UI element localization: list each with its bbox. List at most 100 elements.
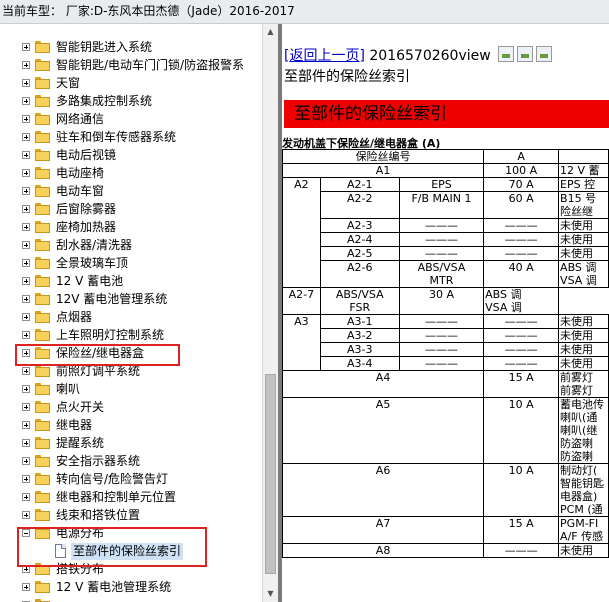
fuse-name-line: EPS — [431, 178, 452, 191]
tree-item-folder[interactable]: 智能钥匙进入系统 — [0, 39, 262, 56]
expand-plus-icon[interactable] — [22, 259, 30, 267]
folder-icon — [35, 491, 50, 503]
tree-item-folder[interactable]: 12 V 蓄电池 — [0, 273, 262, 290]
fuse-table: 保险丝编号 A A1 100 A 12 V 蓄 A2 A2-1 EPS 70 A EPS 控 A2-… — [282, 149, 609, 558]
amperage-cell: 70 A — [483, 177, 560, 192]
tree-item-folder[interactable]: 继电器 — [0, 417, 262, 434]
tree-item-folder[interactable]: 网络通信 — [0, 111, 262, 128]
fuse-name-line: ——— — [424, 329, 458, 342]
expand-plus-icon[interactable] — [22, 79, 30, 87]
tree-item-folder[interactable]: 安全指示器系统 — [0, 453, 262, 470]
expand-plus-icon[interactable] — [22, 583, 30, 591]
tree-scrollbar[interactable]: ▲ ▼ — [262, 24, 278, 602]
table-row: A2-6 ABS/VSA MTR 40 A ABS 调 VSA 调 — [283, 260, 609, 288]
expand-plus-icon[interactable] — [22, 403, 30, 411]
folder-icon — [35, 203, 50, 215]
tree-item-folder[interactable]: 多路集成控制系统 — [0, 93, 262, 110]
tree-item-folder[interactable]: 上车照明灯控制系统 — [0, 327, 262, 344]
expand-plus-icon[interactable] — [22, 493, 30, 501]
expand-plus-icon[interactable] — [22, 187, 30, 195]
expand-plus-icon[interactable] — [22, 277, 30, 285]
tree-item-folder[interactable]: 驻车和倒车传感器系统 — [0, 129, 262, 146]
fuse-name-cell: ——— — [398, 356, 485, 371]
folder-icon — [35, 437, 50, 449]
amperage-cell: 15 A — [483, 370, 560, 398]
tree-item-folder[interactable] — [0, 597, 262, 602]
tree-item-label: 12V 蓄电池管理系统 — [56, 292, 168, 306]
expand-plus-icon[interactable] — [22, 439, 30, 447]
tree-item-folder[interactable]: 继电器和控制单元位置 — [0, 489, 262, 506]
broken-image-icon[interactable] — [517, 46, 534, 62]
expand-plus-icon[interactable] — [22, 97, 30, 105]
tree-item-label: 提醒系统 — [56, 436, 105, 450]
fuse-group-cell: A3 — [282, 314, 321, 371]
description-line: ABS 调 — [485, 288, 522, 302]
description-line: 未使用 — [560, 544, 594, 557]
amperage-cell: ——— — [483, 246, 560, 261]
tree-item-folder[interactable]: 智能钥匙/电动车门门锁/防盗报警系 — [0, 57, 262, 74]
fuse-name-cell: F/B MAIN 1 — [398, 191, 485, 219]
scroll-down-arrow-icon[interactable]: ▼ — [263, 586, 278, 602]
scrollbar-thumb[interactable] — [265, 374, 276, 574]
folder-icon — [35, 365, 50, 377]
broken-image-icon[interactable] — [498, 46, 515, 62]
tree-item-folder[interactable]: 刮水器/清洗器 — [0, 237, 262, 254]
expand-plus-icon[interactable] — [22, 205, 30, 213]
fuse-name-cell: ——— — [398, 232, 485, 247]
tree-item-folder[interactable]: 线束和搭铁位置 — [0, 507, 262, 524]
fuse-number-cell: A2-4 — [319, 232, 400, 247]
expand-plus-icon[interactable] — [22, 367, 30, 375]
tree-item-folder[interactable]: 转向信号/危险警告灯 — [0, 471, 262, 488]
expand-plus-icon[interactable] — [22, 457, 30, 465]
description-line: VSA 调 — [560, 274, 597, 287]
description-line: 未使用 — [560, 233, 594, 246]
tree-item-label: 座椅加热器 — [56, 220, 117, 234]
expand-plus-icon[interactable] — [22, 511, 30, 519]
expand-plus-icon[interactable] — [22, 151, 30, 159]
table-row: A3-2 ——— ——— 未使用 — [283, 328, 609, 343]
expand-plus-icon[interactable] — [22, 133, 30, 141]
tree-item-folder[interactable]: 全景玻璃车顶 — [0, 255, 262, 272]
expand-plus-icon[interactable] — [22, 331, 30, 339]
tree-item-folder[interactable]: 喇叭 — [0, 381, 262, 398]
expand-plus-icon[interactable] — [22, 313, 30, 321]
expand-plus-icon[interactable] — [22, 475, 30, 483]
fuse-name-line: ——— — [424, 247, 458, 260]
expand-plus-icon[interactable] — [22, 421, 30, 429]
description-line: 未使用 — [560, 219, 594, 232]
nav-bar: [返回上一页] 2016570260view — [284, 46, 553, 64]
navigation-tree[interactable]: 智能钥匙进入系统 智能钥匙/电动车门门锁/防盗报警系 天窗 多路集成控制系统 网络通信驻… — [0, 24, 262, 602]
tree-item-folder[interactable]: 电动车窗 — [0, 183, 262, 200]
expand-plus-icon[interactable] — [22, 169, 30, 177]
fuse-number-cell: A3-3 — [319, 342, 400, 357]
back-link[interactable]: [返回上一页] — [284, 48, 365, 64]
expand-plus-icon[interactable] — [22, 295, 30, 303]
expand-plus-icon[interactable] — [22, 223, 30, 231]
tree-item-folder[interactable]: 电动座椅 — [0, 165, 262, 182]
fuse-number-cell: A2-2 — [319, 191, 400, 219]
broken-image-icon[interactable] — [536, 46, 553, 62]
tree-item-folder[interactable]: 12V 蓄电池管理系统 — [0, 291, 262, 308]
tree-item-folder[interactable]: 天窗 — [0, 75, 262, 92]
tree-item-folder[interactable]: 电动后视镜 — [0, 147, 262, 164]
scroll-up-arrow-icon[interactable]: ▲ — [263, 24, 278, 40]
tree-item-folder[interactable]: 12 V 蓄电池管理系统 — [0, 579, 262, 596]
tree-item-folder[interactable]: 后窗除雾器 — [0, 201, 262, 218]
amperage-cell: ——— — [483, 314, 560, 329]
fuse-name-line: ABS/VSA — [335, 288, 384, 302]
description-line: ABS 调 — [560, 261, 597, 275]
expand-plus-icon[interactable] — [22, 241, 30, 249]
folder-icon — [35, 95, 50, 107]
tree-item-folder[interactable]: 点火开关 — [0, 399, 262, 416]
tree-item-folder[interactable]: 点烟器 — [0, 309, 262, 326]
header-amperage: A — [483, 149, 560, 164]
expand-plus-icon[interactable] — [22, 43, 30, 51]
tree-item-label: 全景玻璃车顶 — [56, 256, 129, 270]
expand-plus-icon[interactable] — [22, 115, 30, 123]
amperage-cell: ——— — [483, 342, 560, 357]
tree-item-folder[interactable]: 座椅加热器 — [0, 219, 262, 236]
expand-plus-icon[interactable] — [22, 61, 30, 69]
tree-item-label: 12 V 蓄电池管理系统 — [56, 580, 172, 594]
expand-plus-icon[interactable] — [22, 385, 30, 393]
tree-item-folder[interactable]: 提醒系统 — [0, 435, 262, 452]
